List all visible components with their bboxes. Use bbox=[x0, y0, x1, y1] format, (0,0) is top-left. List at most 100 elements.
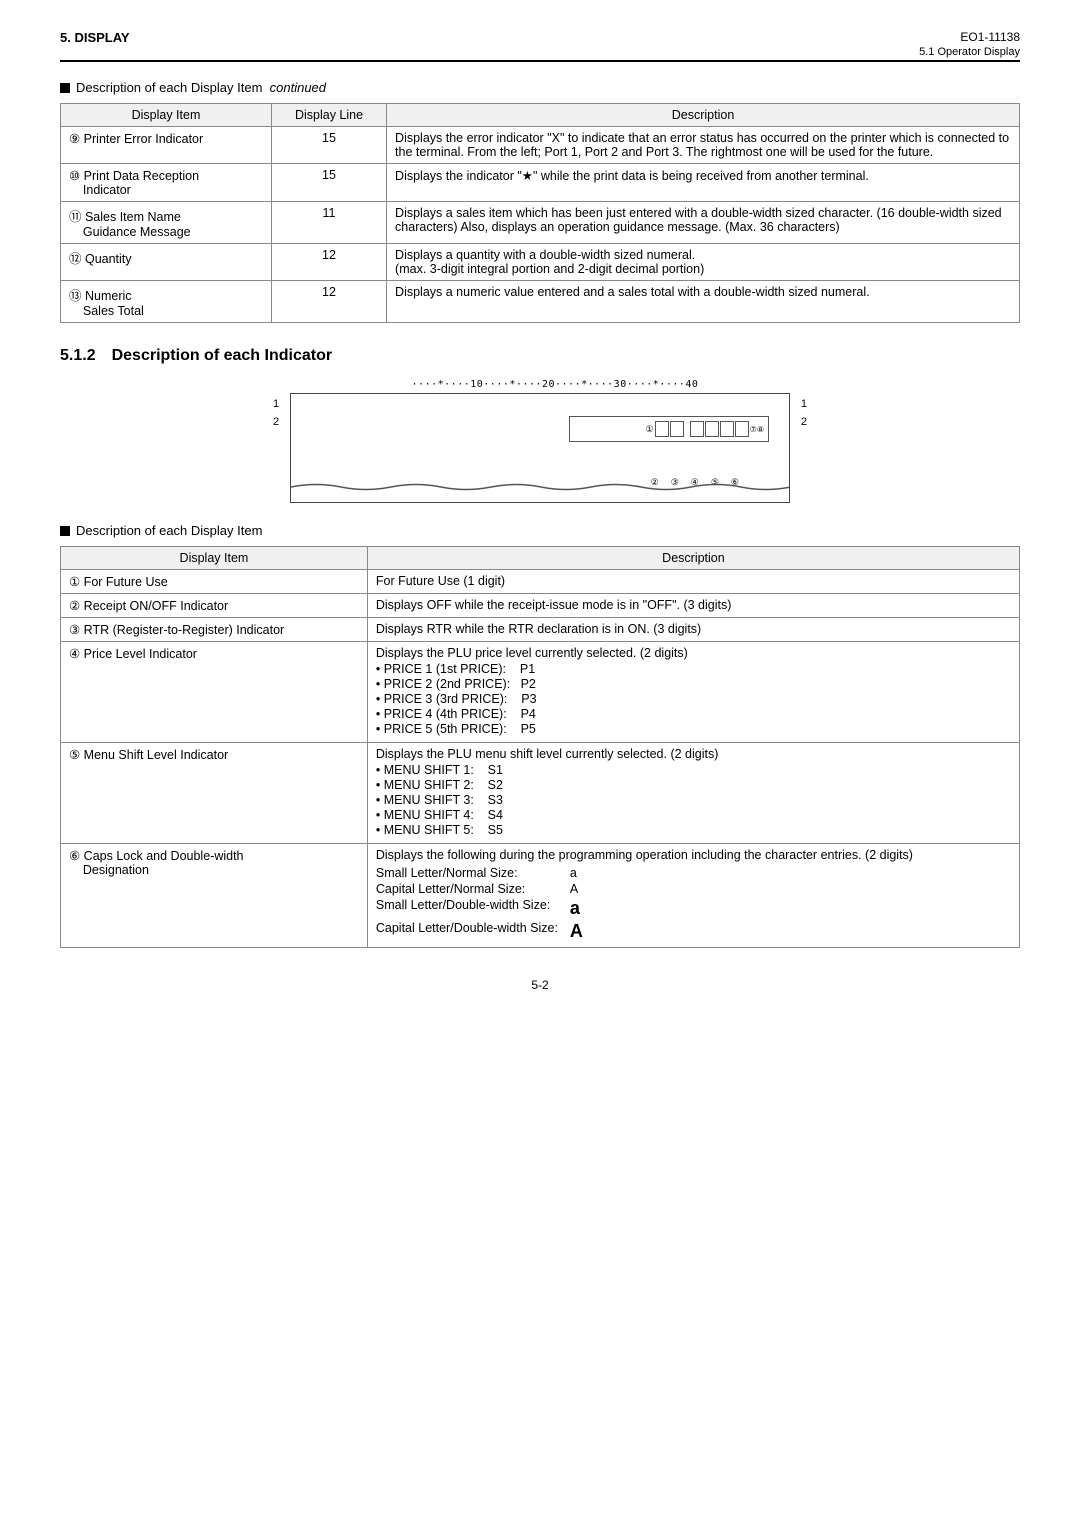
bt-item-cell: ⑥ Caps Lock and Double-width Designation bbox=[61, 844, 368, 948]
indicator-diagram: ····*····10····*····20····*····30····*··… bbox=[60, 379, 1020, 503]
line-cell: 12 bbox=[271, 244, 386, 281]
section-heading-container: 5.1.2 Description of each Indicator bbox=[60, 347, 1020, 365]
table-row: ① For Future Use For Future Use (1 digit… bbox=[61, 570, 1020, 594]
line-cell: 15 bbox=[271, 164, 386, 202]
page-number: 5-2 bbox=[531, 978, 548, 992]
list-item: PRICE 5 (5th PRICE): P5 bbox=[376, 722, 1011, 736]
top-table-intro: Description of each Display Item continu… bbox=[60, 80, 1020, 95]
col-header-line: Display Line bbox=[271, 104, 386, 127]
list-item: MENU SHIFT 5: S5 bbox=[376, 823, 1011, 837]
section-number: 5.1.2 bbox=[60, 347, 96, 365]
section-title-header: 5. DISPLAY bbox=[60, 30, 130, 45]
line-cell: 11 bbox=[271, 202, 386, 244]
bt-item-cell: ④ Price Level Indicator bbox=[61, 642, 368, 743]
caps-value-large: a bbox=[562, 897, 591, 920]
table-row: ② Receipt ON/OFF Indicator Displays OFF … bbox=[61, 594, 1020, 618]
bt-desc-cell: Displays the PLU price level currently s… bbox=[367, 642, 1019, 743]
section-heading: Description of each Indicator bbox=[112, 347, 332, 365]
doc-number: EO1-11138 bbox=[919, 30, 1020, 44]
desc-cell: Displays a numeric value entered and a s… bbox=[387, 281, 1020, 323]
item-cell: ⑫ Quantity bbox=[61, 244, 272, 281]
list-item: MENU SHIFT 1: S1 bbox=[376, 763, 1011, 777]
bt-desc-cell: Displays the PLU menu shift level curren… bbox=[367, 743, 1019, 844]
ruler: ····*····10····*····20····*····30····*··… bbox=[290, 379, 820, 390]
line-label-1-right: 1 bbox=[801, 398, 807, 410]
desc-cell: Displays a quantity with a double-width … bbox=[387, 244, 1020, 281]
table-row: ⑫ Quantity 12 Displays a quantity with a… bbox=[61, 244, 1020, 281]
menu-shift-list: MENU SHIFT 1: S1 MENU SHIFT 2: S2 MENU S… bbox=[376, 763, 1011, 837]
item-cell: ⑬ Numeric Sales Total bbox=[61, 281, 272, 323]
table-row: ⑬ Numeric Sales Total 12 Displays a nume… bbox=[61, 281, 1020, 323]
col-header-desc: Description bbox=[387, 104, 1020, 127]
bt-desc-cell: Displays RTR while the RTR declaration i… bbox=[367, 618, 1019, 642]
top-display-table: Display Item Display Line Description ⑨ … bbox=[60, 103, 1020, 323]
caps-label: Small Letter/Double-width Size: bbox=[376, 897, 562, 920]
indicator-seg-box2 bbox=[690, 421, 704, 437]
indicator-seg-space bbox=[670, 421, 684, 437]
caps-label: Capital Letter/Normal Size: bbox=[376, 881, 562, 897]
inner-display-box: ① ⑦⑧ bbox=[569, 416, 769, 442]
bt-col-header-item: Display Item bbox=[61, 547, 368, 570]
line-label-2-right: 2 bbox=[801, 416, 807, 428]
desc-cell: Displays the error indicator "X" to indi… bbox=[387, 127, 1020, 164]
line-label-1-left: 1 bbox=[273, 398, 279, 410]
wave-decoration bbox=[291, 482, 789, 502]
page-header: 5. DISPLAY EO1-11138 5.1 Operator Displa… bbox=[60, 30, 1020, 58]
bottom-table-intro: Description of each Display Item bbox=[60, 523, 1020, 538]
bt-item-cell: ⑤ Menu Shift Level Indicator bbox=[61, 743, 368, 844]
indicator-seg-box1 bbox=[655, 421, 669, 437]
bt-item-cell: ③ RTR (Register-to-Register) Indicator bbox=[61, 618, 368, 642]
top-table-intro-text: Description of each Display Item continu… bbox=[76, 80, 326, 95]
list-item: MENU SHIFT 4: S4 bbox=[376, 808, 1011, 822]
bullet-square bbox=[60, 83, 70, 93]
indicator-seg-box3 bbox=[705, 421, 719, 437]
line-cell: 12 bbox=[271, 281, 386, 323]
header-right: EO1-11138 5.1 Operator Display bbox=[919, 30, 1020, 58]
list-item: PRICE 1 (1st PRICE): P1 bbox=[376, 662, 1011, 676]
price-level-list: PRICE 1 (1st PRICE): P1 PRICE 2 (2nd PRI… bbox=[376, 662, 1011, 736]
continued-label: continued bbox=[270, 80, 326, 95]
caps-value-large-bold: A bbox=[562, 920, 591, 943]
table-row: ⑨ Printer Error Indicator 15 Displays th… bbox=[61, 127, 1020, 164]
item-cell: ⑩ Print Data Reception Indicator bbox=[61, 164, 272, 202]
sub-section-header: 5.1 Operator Display bbox=[919, 46, 1020, 58]
bt-item-cell: ② Receipt ON/OFF Indicator bbox=[61, 594, 368, 618]
caps-label: Capital Letter/Double-width Size: bbox=[376, 920, 562, 943]
bottom-table-intro-text: Description of each Display Item bbox=[76, 523, 262, 538]
table-row: ⑥ Caps Lock and Double-width Designation… bbox=[61, 844, 1020, 948]
col-header-item: Display Item bbox=[61, 104, 272, 127]
bt-desc-cell: Displays OFF while the receipt-issue mod… bbox=[367, 594, 1019, 618]
item-cell: ⑪ Sales Item Name Guidance Message bbox=[61, 202, 272, 244]
indicator-seg-box4 bbox=[720, 421, 734, 437]
bt-desc-cell: Displays the following during the progra… bbox=[367, 844, 1019, 948]
list-item: MENU SHIFT 2: S2 bbox=[376, 778, 1011, 792]
caps-value: A bbox=[562, 881, 591, 897]
table-row: ⑤ Menu Shift Level Indicator Displays th… bbox=[61, 743, 1020, 844]
indicator-seg-78: ⑦⑧ bbox=[750, 425, 764, 434]
list-item: PRICE 2 (2nd PRICE): P2 bbox=[376, 677, 1011, 691]
list-item: PRICE 3 (3rd PRICE): P3 bbox=[376, 692, 1011, 706]
bt-col-header-desc: Description bbox=[367, 547, 1019, 570]
bottom-table-section: Description of each Display Item Display… bbox=[60, 523, 1020, 948]
table-row: ④ Price Level Indicator Displays the PLU… bbox=[61, 642, 1020, 743]
indicator-seg-box5 bbox=[735, 421, 749, 437]
line-cell: 15 bbox=[271, 127, 386, 164]
list-item: MENU SHIFT 3: S3 bbox=[376, 793, 1011, 807]
indicator-seg-1: ① bbox=[646, 424, 654, 435]
bottom-indicator-table: Display Item Description ① For Future Us… bbox=[60, 546, 1020, 948]
desc-cell: Displays the indicator "★" while the pri… bbox=[387, 164, 1020, 202]
list-item: PRICE 4 (4th PRICE): P4 bbox=[376, 707, 1011, 721]
bullet-square-2 bbox=[60, 526, 70, 536]
desc-cell: Displays a sales item which has been jus… bbox=[387, 202, 1020, 244]
page-footer: 5-2 bbox=[60, 978, 1020, 992]
table-row: ⑪ Sales Item Name Guidance Message 11 Di… bbox=[61, 202, 1020, 244]
table-row: ③ RTR (Register-to-Register) Indicator D… bbox=[61, 618, 1020, 642]
bt-item-cell: ① For Future Use bbox=[61, 570, 368, 594]
caps-value: a bbox=[562, 865, 591, 881]
caps-label: Small Letter/Normal Size: bbox=[376, 865, 562, 881]
caps-lock-table: Small Letter/Normal Size: a Capital Lett… bbox=[376, 865, 591, 943]
line-label-2-left: 2 bbox=[273, 416, 279, 428]
item-cell: ⑨ Printer Error Indicator bbox=[61, 127, 272, 164]
table-row: ⑩ Print Data Reception Indicator 15 Disp… bbox=[61, 164, 1020, 202]
bt-desc-cell: For Future Use (1 digit) bbox=[367, 570, 1019, 594]
